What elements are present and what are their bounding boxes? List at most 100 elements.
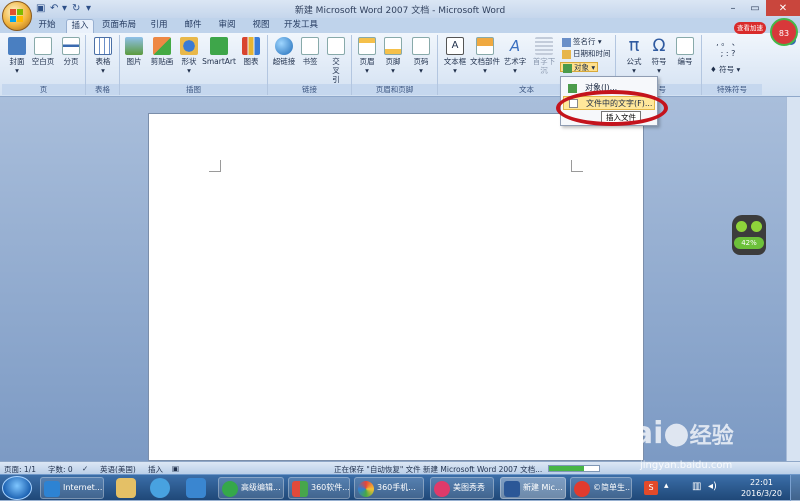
special-symbol-button[interactable]: ♦ 符号 ▾ (710, 65, 740, 75)
wordart-button[interactable]: A 艺术字 ▾ (502, 37, 528, 75)
object-button[interactable]: 对象 ▾ (560, 62, 599, 73)
equation-button[interactable]: π 公式 ▾ (622, 35, 646, 76)
show-desktop-button[interactable] (790, 475, 800, 501)
picture-label: 图片 (126, 57, 142, 66)
taskbar-360-software[interactable]: 360软件... (288, 477, 350, 499)
page-number-button[interactable]: 页码 ▾ (410, 37, 432, 75)
tab-view[interactable]: 视图 (248, 19, 274, 33)
360-mobile-icon (358, 481, 374, 497)
header-button[interactable]: 页眉 ▾ (356, 37, 378, 75)
numbering-button[interactable]: 编号 (674, 37, 696, 66)
tab-review[interactable]: 审阅 (214, 19, 240, 33)
taskbar-360-mobile[interactable]: 360手机... (354, 477, 424, 499)
object-icon (563, 63, 572, 73)
tab-references[interactable]: 引用 (146, 19, 172, 33)
cover-page-button[interactable]: 封面 ▾ (6, 37, 28, 75)
folder-icon[interactable] (116, 478, 136, 498)
shapes-button[interactable]: 形状 ▾ (178, 37, 200, 75)
smartart-button[interactable]: SmartArt (202, 37, 236, 66)
group-label-special: 特殊符号 (702, 84, 762, 95)
document-page[interactable] (148, 113, 644, 461)
group-label-pages: 页 (2, 84, 85, 95)
tab-mailings[interactable]: 邮件 (180, 19, 206, 33)
date-time-button[interactable]: 日期和时间 (562, 49, 611, 59)
drop-cap-button[interactable]: 首字下沉 (530, 37, 558, 75)
volume-icon[interactable]: ◂) (708, 481, 717, 492)
dropcap-label: 首字下沉 (532, 57, 556, 75)
footer-icon (384, 37, 402, 55)
proofing-icon[interactable]: ✓ (82, 464, 88, 473)
mascot-eye-icon (751, 221, 762, 232)
signature-line-button[interactable]: 签名行 ▾ (562, 37, 602, 47)
network-icon[interactable]: ▥ (692, 481, 701, 492)
maximize-button[interactable]: ▭ (744, 0, 766, 16)
textbox-icon: A (446, 37, 464, 55)
hyperlink-label: 超链接 (272, 57, 296, 66)
taskbar-ie[interactable]: Internet... (40, 477, 104, 499)
start-button[interactable] (2, 476, 32, 500)
qq-icon[interactable] (150, 478, 170, 498)
margin-corner-marker (209, 160, 221, 172)
picture-button[interactable]: 图片 (124, 37, 144, 66)
omega-icon: Ω (652, 36, 666, 56)
textbox-label: 文本框 (443, 57, 467, 66)
vertical-scrollbar[interactable] (786, 97, 800, 461)
pi-icon: π (628, 35, 640, 56)
input-method-icon[interactable]: S (644, 481, 658, 495)
tab-page-layout[interactable]: 页面布局 (100, 19, 138, 33)
footer-button[interactable]: 页脚 ▾ (382, 37, 404, 75)
symbol-button[interactable]: Ω 符号 ▾ (648, 37, 670, 75)
hyperlink-icon (275, 37, 293, 55)
taskbar-editor-label: 高级编辑... (241, 483, 281, 492)
cover-label: 封面 (9, 57, 25, 66)
hyperlink-button[interactable]: 超链接 (272, 37, 296, 66)
textbox-button[interactable]: A 文本框 ▾ (442, 37, 468, 75)
speed-badge[interactable]: 查看加速 (734, 22, 766, 34)
paw-icon: ● (663, 416, 690, 451)
watermark-brand: Bai (610, 416, 664, 451)
group-special-symbols: , 。 、; : ? ♦ 符号 ▾ 特殊符号 (702, 35, 762, 95)
table-button[interactable]: 表格 ▾ (92, 37, 114, 75)
macro-record-icon[interactable]: ▣ (172, 464, 179, 473)
office-button[interactable] (2, 1, 32, 31)
chart-button[interactable]: 图表 (240, 37, 262, 66)
speed-count-badge[interactable]: 83 (770, 18, 798, 46)
tab-developer[interactable]: 开发工具 (282, 19, 320, 33)
taskbar-app[interactable]: ©简单生... (570, 477, 632, 499)
ribbon-tabs: 开始 插入 页面布局 引用 邮件 审阅 视图 开发工具 (0, 18, 800, 33)
mascot-widget[interactable]: 42% (732, 215, 766, 255)
picture-icon (125, 37, 143, 55)
taskbar-word-label: 新建 Mic... (523, 483, 563, 492)
object-menu-icon (568, 84, 577, 93)
page-break-button[interactable]: 分页 (60, 37, 82, 66)
blank-page-button[interactable]: 空白页 (30, 37, 56, 66)
clipart-button[interactable]: 剪贴画 (148, 37, 176, 66)
tab-home[interactable]: 开始 (34, 19, 60, 33)
chart-icon (242, 37, 260, 55)
system-clock[interactable]: 22:01 2016/3/20 (741, 477, 782, 499)
special-symbol-prefix-icon: ♦ (710, 65, 720, 74)
signature-label: 签名行 (573, 37, 596, 46)
baidu-cloud-icon[interactable] (186, 478, 206, 498)
group-pages: 封面 ▾ 空白页 分页 页 (2, 35, 86, 95)
shapes-label: 形状 (181, 57, 197, 66)
ie-icon (44, 481, 60, 497)
taskbar-word[interactable]: 新建 Mic... (500, 477, 566, 499)
special-symbol-grid[interactable]: , 。 、; : ? (708, 37, 748, 59)
bookmark-button[interactable]: 书签 (300, 37, 320, 66)
calendar-icon (562, 49, 571, 59)
footer-label: 页脚 (385, 57, 401, 66)
tab-insert[interactable]: 插入 (66, 19, 94, 33)
object-label: 对象 (574, 63, 589, 72)
taskbar-meitu[interactable]: 美图秀秀 (430, 477, 494, 499)
wordart-label: 艺术字 (503, 57, 527, 66)
editor-icon (222, 481, 238, 497)
highlight-annotation-oval (556, 90, 668, 126)
mascot-percent: 42% (734, 237, 764, 249)
clipart-icon (153, 37, 171, 55)
minimize-button[interactable]: – (722, 0, 744, 16)
quick-parts-button[interactable]: 文档部件 ▾ (470, 37, 500, 75)
taskbar-editor[interactable]: 高级编辑... (218, 477, 284, 499)
close-button[interactable]: ✕ (766, 0, 800, 16)
tray-expand-icon[interactable]: ▴ (664, 481, 669, 491)
